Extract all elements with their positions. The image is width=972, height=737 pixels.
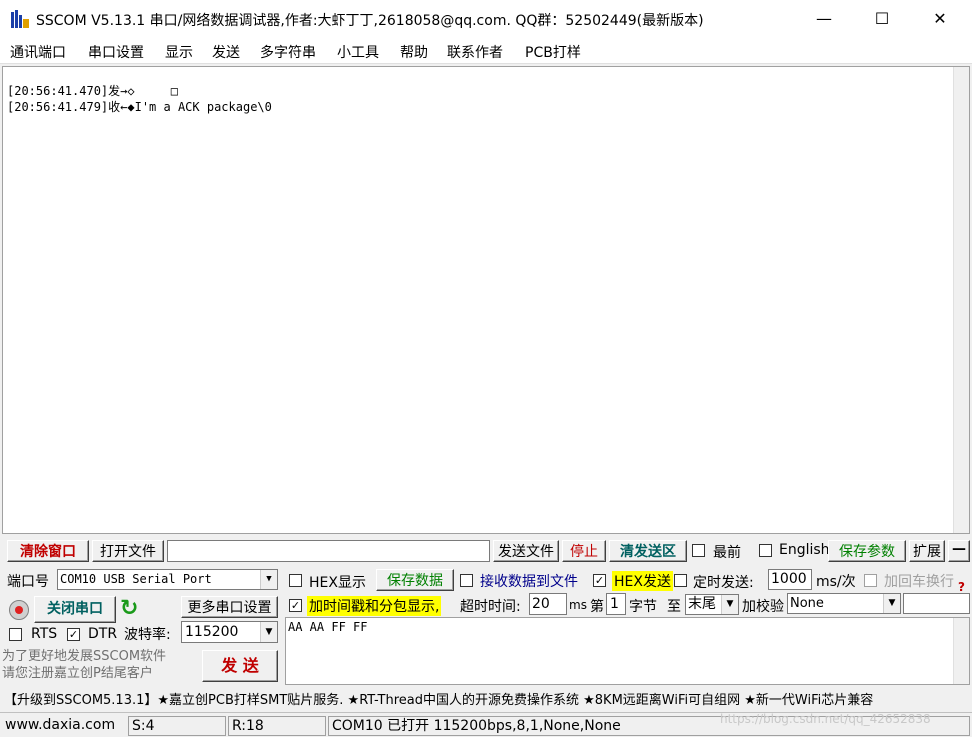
window-title: SSCOM V5.13.1 串口/网络数据调试器,作者:大虾丁丁,2618058… [36,13,704,29]
timeout-input[interactable]: 20 [529,593,567,615]
topmost-label: 最前 [713,545,741,561]
website-link[interactable]: www.daxia.com [2,716,126,736]
rts-checkbox[interactable] [9,628,22,641]
timed-send-label: 定时发送: [693,575,754,591]
help-icon[interactable]: ? [958,580,970,594]
receive-line: [20:56:41.479]收←◆I'm a ACK package\0 [7,100,272,114]
minimize-button[interactable]: — [795,0,853,38]
receive-scrollbar[interactable] [953,67,969,533]
port-status-icon [9,600,29,620]
clear-window-button[interactable]: 清除窗口 [7,540,89,562]
save-params-button[interactable]: 保存参数 [828,540,906,562]
chevron-down-icon[interactable]: ▼ [260,570,277,589]
file-path-input[interactable] [167,540,490,562]
baud-select-value: 115200 [185,624,239,640]
menu-help[interactable]: 帮助 [400,42,428,62]
hex-display-label: HEX显示 [309,575,366,591]
english-checkbox[interactable] [759,544,772,557]
refresh-icon[interactable]: ↻ [120,598,142,622]
topmost-checkbox[interactable] [692,544,705,557]
byte-start-input[interactable]: 1 [606,593,626,615]
title-bar: SSCOM V5.13.1 串口/网络数据调试器,作者:大虾丁丁,2618058… [0,0,972,38]
hex-send-checkbox[interactable]: ✓ [593,574,606,587]
baud-label: 波特率: [124,627,171,643]
timed-unit-label: ms/次 [816,574,856,590]
close-port-button[interactable]: 关闭串口 [34,596,116,623]
send-file-button[interactable]: 发送文件 [493,540,559,562]
menu-bar: 通讯端口 串口设置 显示 发送 多字符串 小工具 帮助 联系作者 PCB打样 [0,38,972,64]
send-button[interactable]: 发 送 [202,650,278,682]
clear-send-area-button[interactable]: 清发送区 [609,540,687,562]
timeout-label: 超时时间: [460,599,521,615]
hex-display-checkbox[interactable] [289,574,302,587]
received-count: R:18 [228,716,326,736]
timestamp-checkbox[interactable]: ✓ [289,599,302,612]
send-content: AA AA FF FF [288,620,368,634]
baud-select[interactable]: 115200 ▼ [181,621,278,643]
open-file-button[interactable]: 打开文件 [92,540,164,562]
menu-comm-port[interactable]: 通讯端口 [10,42,66,62]
recv-to-file-checkbox[interactable] [460,574,473,587]
receive-line: [20:56:41.470]发→◇ □ [7,84,178,98]
sent-count: S:4 [128,716,226,736]
port-select[interactable]: COM10 USB Serial Port ▼ [57,569,278,590]
sscom-app-icon [10,9,32,29]
ad-ticker[interactable]: 【升级到SSCOM5.13.1】★嘉立创PCB打样SMT贴片服务. ★RT-Th… [0,686,972,710]
menu-tools[interactable]: 小工具 [337,42,379,62]
dtr-label: DTR [88,626,118,642]
byte-prefix-label: 第 [590,599,604,615]
chevron-down-icon[interactable]: ▼ [883,594,900,613]
status-bar: www.daxia.com S:4 R:18 COM10 已打开 115200b… [0,712,972,737]
save-data-button[interactable]: 保存数据 [376,569,454,591]
add-crlf-checkbox[interactable] [864,574,877,587]
send-textarea[interactable]: AA AA FF FF [285,617,970,685]
english-label: English [779,542,830,558]
byte-unit-label: 字节 [629,599,657,615]
send-scrollbar[interactable] [953,618,969,684]
recv-to-file-label: 接收数据到文件 [480,574,578,590]
menu-serial-settings[interactable]: 串口设置 [88,42,144,62]
checksum-label: 加校验 [742,599,784,615]
timeout-unit-label: ms [569,598,587,612]
menu-multi-string[interactable]: 多字符串 [260,42,316,62]
checksum-select[interactable]: None ▼ [787,593,901,614]
ad-ticker-text: 【升级到SSCOM5.13.1】★嘉立创PCB打样SMT贴片服务. ★RT-Th… [4,693,874,708]
menu-display[interactable]: 显示 [165,42,193,62]
dtr-checkbox[interactable]: ✓ [67,628,80,641]
menu-send[interactable]: 发送 [212,42,240,62]
hex-send-label: HEX发送 [612,571,673,591]
port-select-value: COM10 USB Serial Port [60,572,212,586]
add-crlf-label: 加回车换行 [884,574,954,590]
timed-send-checkbox[interactable] [674,574,687,587]
menu-pcb-proofing[interactable]: PCB打样 [525,42,581,62]
timestamp-label: 加时间戳和分包显示, [307,596,442,616]
rts-label: RTS [31,626,58,642]
chevron-down-icon[interactable]: ▼ [721,595,738,614]
to-label: 至 [667,599,681,615]
byte-end-select[interactable]: 末尾 ▼ [685,594,739,615]
byte-end-value: 末尾 [688,596,716,612]
port-status-value: COM10 已打开 115200bps,8,1,None,None [332,718,621,734]
menu-contact-author[interactable]: 联系作者 [447,42,503,62]
receive-textarea[interactable]: [20:56:41.470]发→◇ □ [20:56:41.479]收←◆I'm… [2,66,970,534]
port-label: 端口号 [7,574,49,590]
watermark-text: https://blog.csdn.net/qq_42652838 [720,712,931,726]
checksum-value: None [790,596,824,611]
promo-text[interactable]: 为了更好地发展SSCOM软件 请您注册嘉立创P结尾客户 [2,648,197,686]
chevron-down-icon[interactable]: ▼ [260,622,277,642]
collapse-button[interactable]: — [948,540,970,562]
stop-button[interactable]: 停止 [562,540,606,562]
timed-interval-input[interactable]: 1000 [768,569,812,590]
more-port-settings-button[interactable]: 更多串口设置 [181,596,278,618]
expand-button[interactable]: 扩展 [909,540,945,562]
close-button[interactable]: ✕ [911,0,969,38]
checksum-result-input[interactable] [903,593,970,614]
maximize-button[interactable]: ☐ [853,0,911,38]
